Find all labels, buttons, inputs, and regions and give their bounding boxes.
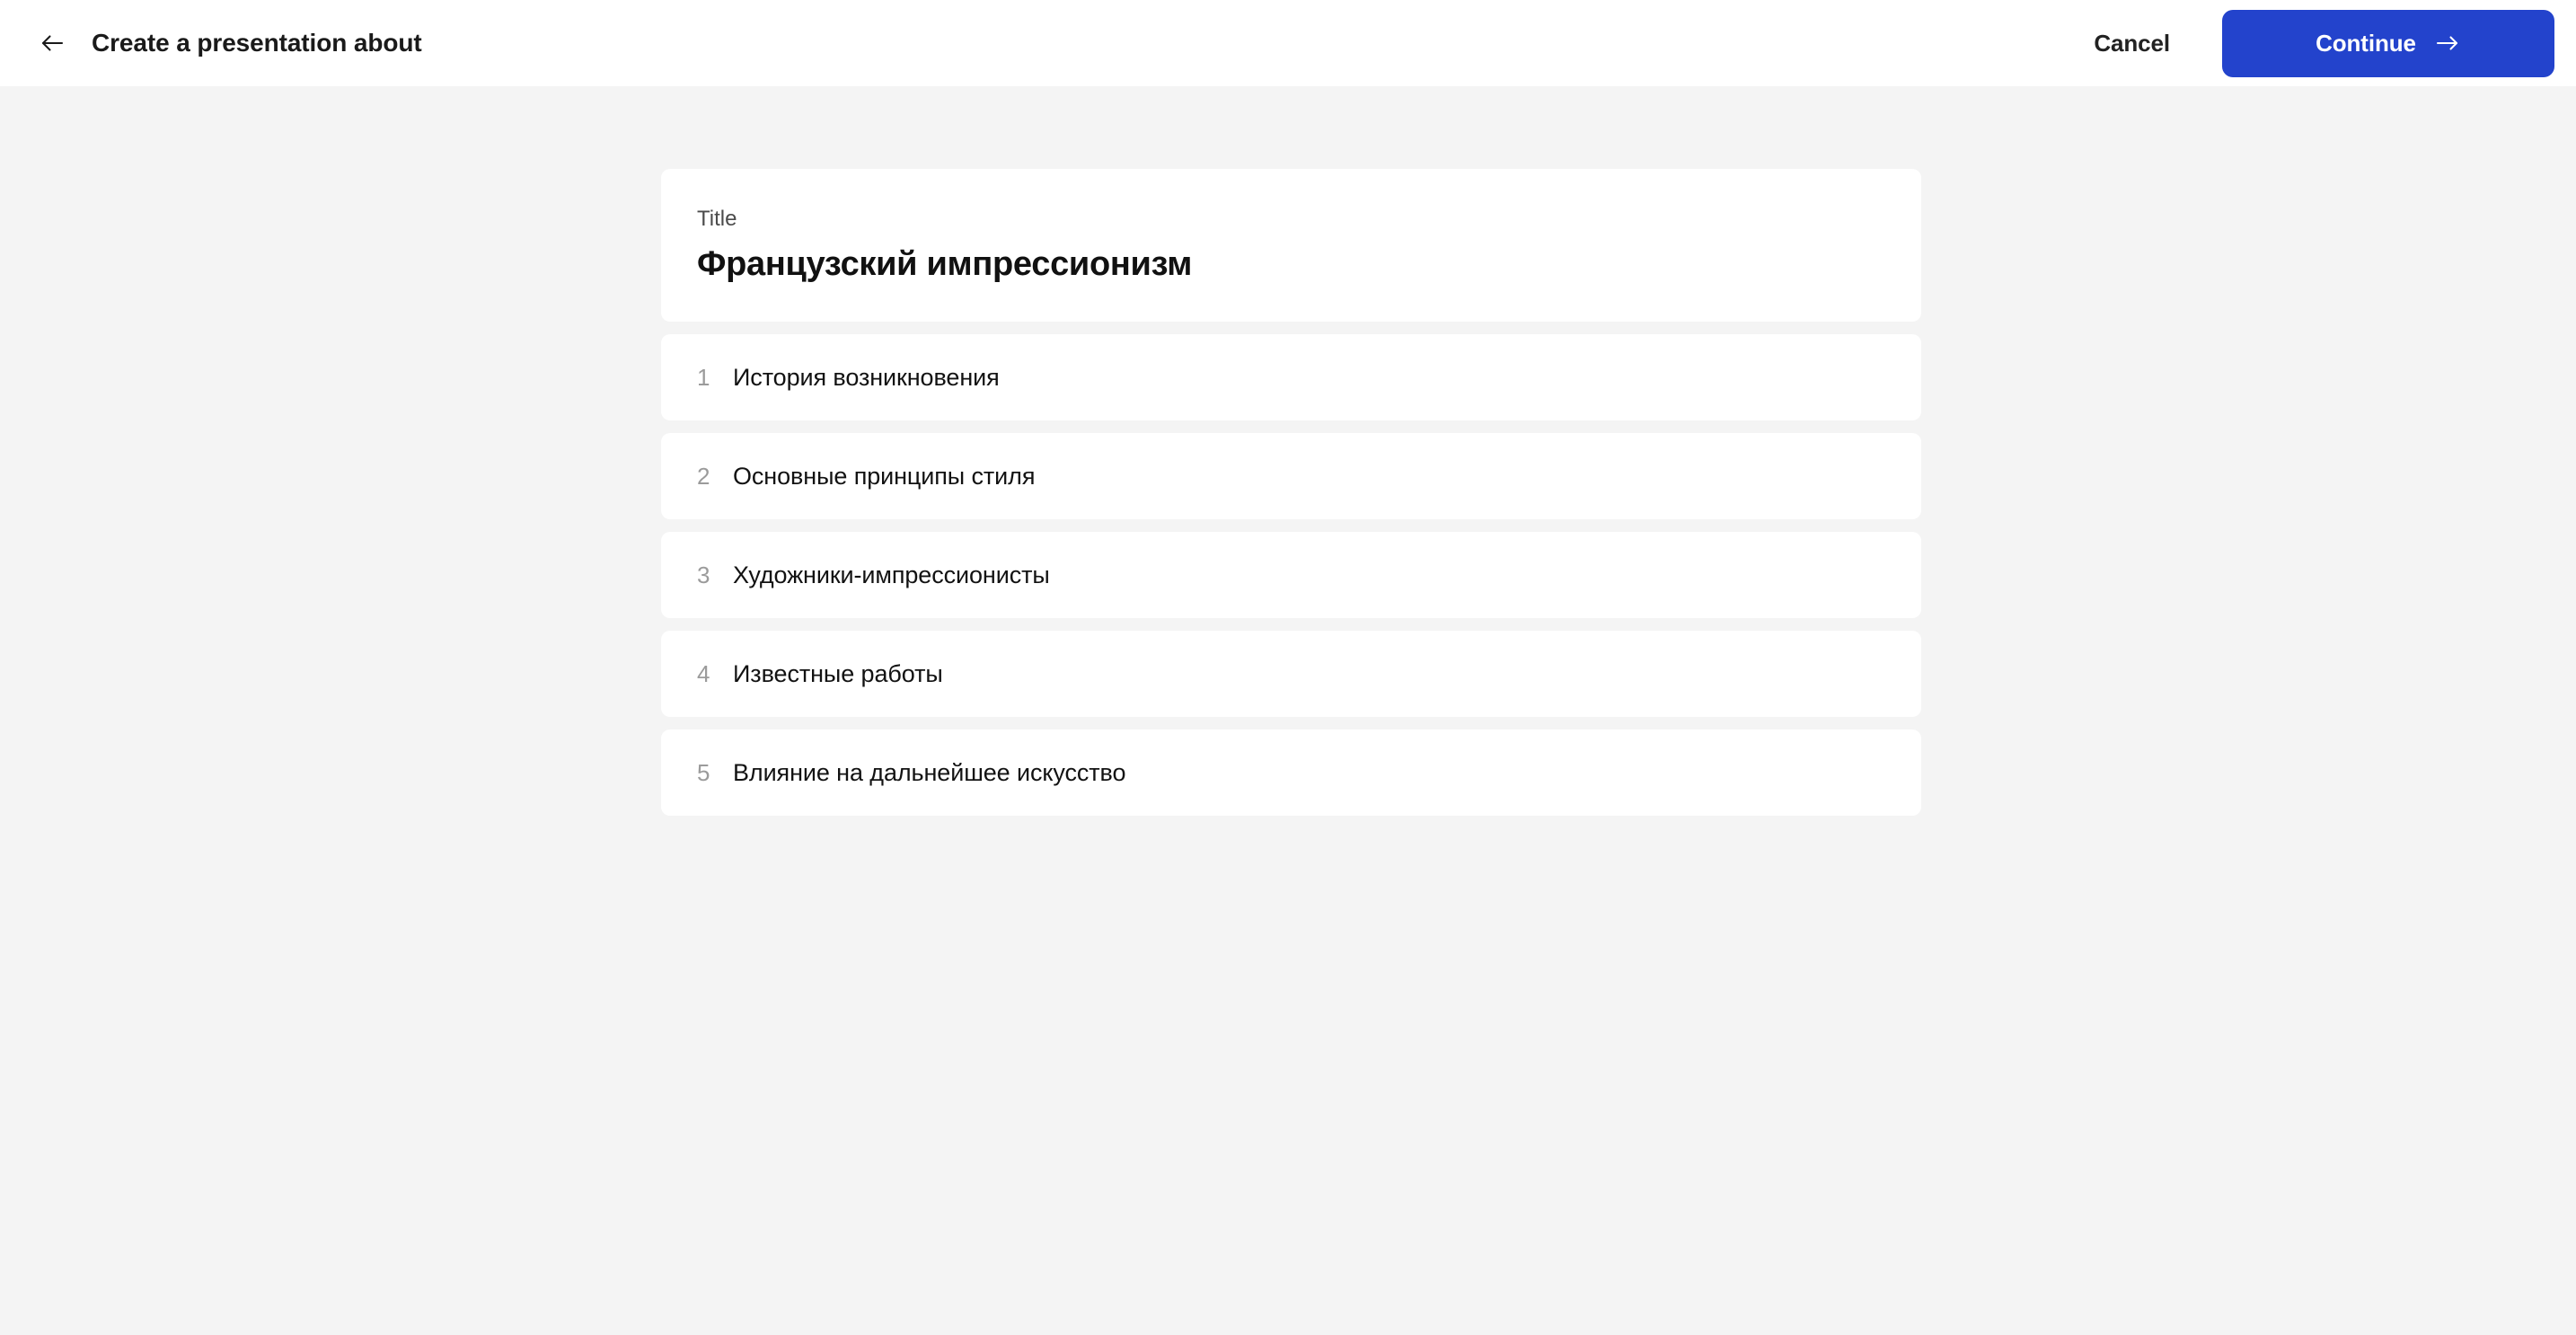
page-title: Create a presentation about [92,29,422,57]
main-content: Title Французский импрессионизм 1 Истори… [0,86,2576,1335]
arrow-left-icon [37,28,67,58]
outline-row-index: 3 [697,561,710,588]
outline-row[interactable]: 5 Влияние на дальнейшее искусство [661,729,1921,817]
arrow-right-icon [2434,30,2461,57]
outline-row-label[interactable]: Известные работы [733,660,943,688]
cancel-button[interactable]: Cancel [2063,17,2201,70]
outline-row-index: 4 [697,659,710,687]
outline-row[interactable]: 2 Основные принципы стиля [661,433,1921,520]
title-field-label: Title [697,207,737,231]
outline-row-label[interactable]: История возникновения [733,364,1000,392]
outline-row-index: 5 [697,758,710,786]
title-card[interactable]: Title Французский импрессионизм [661,169,1921,323]
outline-row-label[interactable]: Основные принципы стиля [733,463,1035,491]
outline-row-label[interactable]: Художники-импрессионисты [733,561,1050,589]
continue-button-label: Continue [2316,29,2416,57]
header-left-group: Create a presentation about [0,23,422,63]
outline-row-index: 2 [697,462,710,490]
presentation-outline: Title Французский импрессионизм 1 Истори… [661,169,1921,817]
outline-row[interactable]: 1 История возникновения [661,334,1921,421]
outline-row[interactable]: 3 Художники-импрессионисты [661,532,1921,619]
app-header: Create a presentation about Cancel Conti… [0,0,2576,86]
outline-row-label[interactable]: Влияние на дальнейшее искусство [733,759,1126,787]
continue-button[interactable]: Continue [2222,9,2554,77]
back-button[interactable] [32,23,72,63]
outline-row-index: 1 [697,363,710,391]
outline-row[interactable]: 4 Известные работы [661,631,1921,718]
presentation-title[interactable]: Французский импрессионизм [697,243,1885,287]
header-actions: Cancel Continue [2063,9,2576,77]
